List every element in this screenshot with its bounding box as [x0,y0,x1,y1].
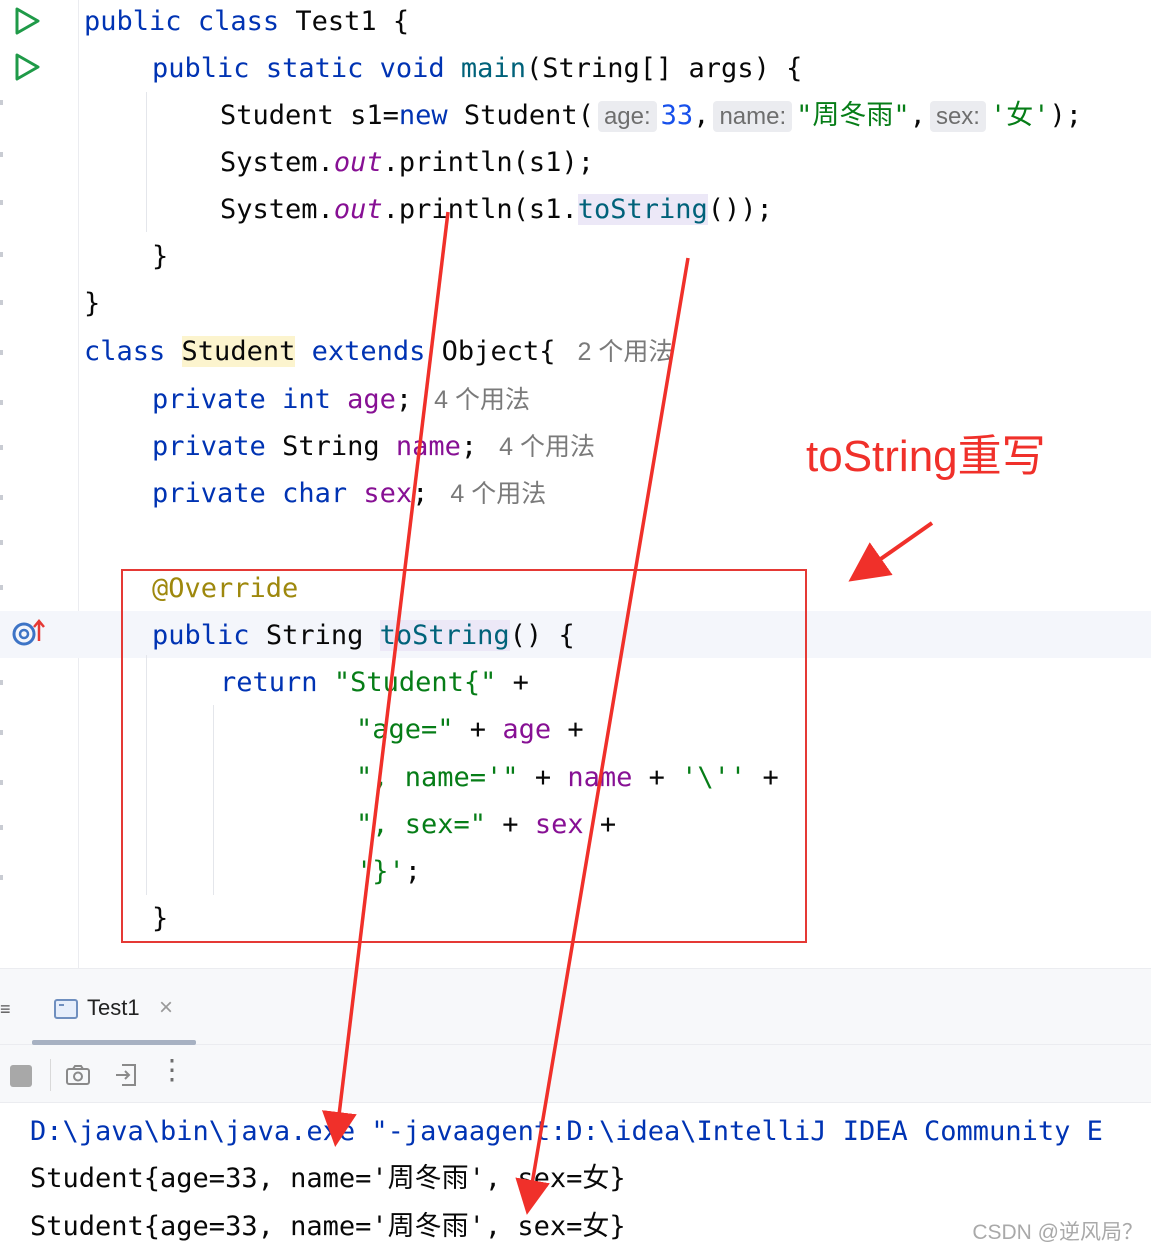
usage-count[interactable]: 4 个用法 [450,480,546,508]
code-line[interactable]: private String name; 4 个用法 [152,425,595,469]
gutter-mark [0,252,3,257]
param-hint-name: name: [713,101,793,132]
code-line[interactable]: System.out.println(s1); [220,141,594,185]
camera-icon[interactable] [64,1061,92,1089]
gutter-mark [0,100,3,105]
code-line[interactable]: public class Test1 { [84,0,409,44]
param-hint-age: age: [597,101,657,132]
console-output-line: Student{age=33, name='周冬雨', sex=女} [30,1163,626,1194]
class-name-student: Student [181,336,296,367]
code-line[interactable]: System.out.println(s1.toString()); [220,188,773,232]
gutter-mark [0,152,3,157]
annotation-label: toString重写 [806,432,1046,481]
code-line[interactable]: public static void main(String[] args) { [152,47,802,91]
close-icon[interactable]: × [159,994,173,1022]
gutter-mark [0,495,3,500]
console-output-line: Student{age=33, name='周冬雨', sex=女} [30,1211,626,1242]
code-line[interactable]: } [84,282,100,326]
gutter-divider [78,0,79,968]
gutter-mark [0,780,3,785]
gutter-mark [0,730,3,735]
usage-count[interactable]: 4 个用法 [434,386,530,414]
gutter-mark [0,825,3,830]
toolbar-separator [50,1059,51,1091]
menu-icon[interactable]: ≡ [0,999,11,1020]
code-line[interactable]: } [152,235,168,279]
gutter-mark [0,200,3,205]
code-line[interactable]: private char sex; 4 个用法 [152,472,546,516]
console-icon [54,999,78,1019]
gutter-mark [0,585,3,590]
watermark: CSDN @逆风局？ [972,1221,1143,1244]
tab-test1[interactable]: Test1 × [32,969,196,1045]
code-line[interactable]: class Student extends Object{2 个用法 [84,330,673,374]
run-tabbar: ≡ Test1 × [0,969,1151,1045]
stop-button[interactable] [10,1065,32,1087]
code-line[interactable]: private int age; 4 个用法 [152,378,530,422]
indent-guide [146,92,147,232]
code-editor[interactable]: public class Test1 { public static void … [0,0,1151,968]
usage-count[interactable]: 4 个用法 [499,433,595,461]
console-output-line: D:\java\bin\java.exe "-javaagent:D:\idea… [30,1116,1103,1147]
param-hint-sex: sex: [929,101,986,132]
more-options-icon[interactable]: ⋮ [158,1055,186,1085]
gutter-mark [0,540,3,545]
gutter-mark [0,445,3,450]
gutter-mark [0,300,3,305]
tostring-call: toString [577,194,708,225]
exit-icon[interactable] [112,1061,140,1089]
usage-count[interactable]: 2 个用法 [577,338,673,366]
run-icon[interactable] [12,6,42,36]
run-toolbar: ⋮ [0,1045,1151,1103]
run-icon[interactable] [12,52,42,82]
highlight-box [121,569,807,943]
gutter-mark [0,680,3,685]
override-method-icon[interactable] [10,617,50,647]
gutter-mark [0,400,3,405]
run-panel: ≡ Test1 × ⋮ D:\java\bin\java.exe "-javaa… [0,968,1151,1254]
tab-label: Test1 [87,995,140,1020]
gutter-mark [0,875,3,880]
gutter-mark [0,350,3,355]
code-line[interactable]: Student s1=new Student(age: 33, name: "周冬雨"… [220,94,1082,138]
